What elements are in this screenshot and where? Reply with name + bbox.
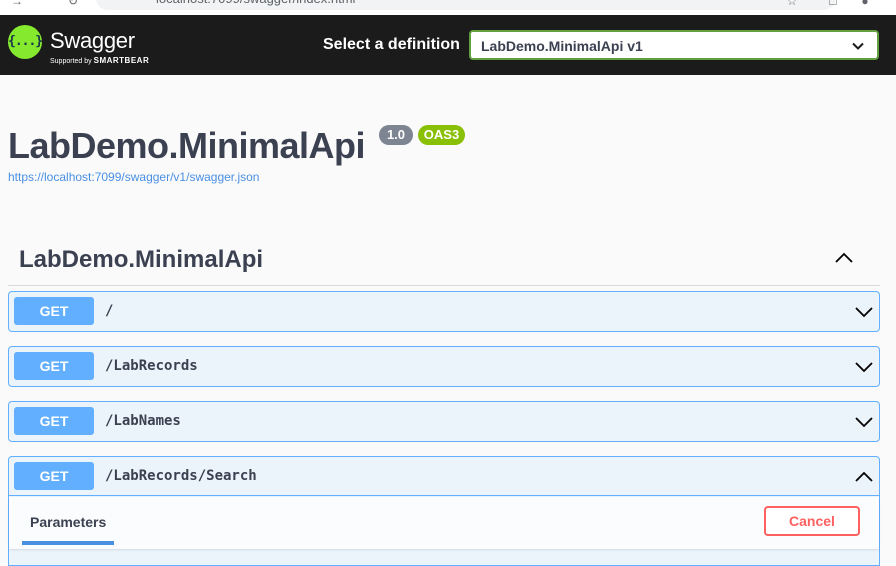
operation-get-labrecords[interactable]: GET /LabRecords <box>8 346 880 387</box>
method-badge: GET <box>14 352 94 380</box>
address-bar[interactable]: localhost:7099/swagger/index.html <box>96 0 836 10</box>
smartbear-text: SMARTBEAR <box>93 56 150 65</box>
extensions-icon[interactable]: □ <box>826 0 840 8</box>
operation-path: /LabRecords/Search <box>105 468 257 484</box>
operation-summary[interactable]: GET /LabRecords/Search <box>9 457 879 496</box>
select-definition-label: Select a definition <box>323 36 460 53</box>
bookmark-star-icon[interactable]: ☆ <box>785 0 799 8</box>
browser-toolbar: → ↻ localhost:7099/swagger/index.html ☆ … <box>0 0 896 15</box>
cancel-button[interactable]: Cancel <box>764 506 860 536</box>
operation-path: / <box>105 303 114 319</box>
chevron-down-icon[interactable] <box>854 359 874 375</box>
operation-path: /LabNames <box>105 413 181 429</box>
swagger-logo-icon[interactable]: {...} <box>8 25 43 59</box>
tab-parameters[interactable]: Parameters <box>30 514 106 530</box>
logo-name[interactable]: Swagger <box>50 28 135 54</box>
operation-path: /LabRecords <box>105 358 198 374</box>
method-badge: GET <box>14 462 94 490</box>
oas-badge: OAS3 <box>418 125 465 145</box>
swagger-topbar: {...} Swagger Supported by SMARTBEAR Sel… <box>0 15 896 75</box>
parameters-header: Parameters Cancel <box>9 497 879 549</box>
logo-supported-by: Supported by SMARTBEAR <box>50 56 149 65</box>
forward-icon[interactable]: → <box>10 0 24 8</box>
operation-get-labnames[interactable]: GET /LabNames <box>8 401 880 442</box>
supported-by-text: Supported by <box>50 58 92 65</box>
definition-select-value: LabDemo.MinimalApi v1 <box>481 38 643 54</box>
version-badge: 1.0 <box>379 125 413 145</box>
profile-icon[interactable]: ● <box>858 0 872 8</box>
operation-get-root[interactable]: GET / <box>8 291 880 332</box>
chevron-up-icon[interactable] <box>834 250 854 266</box>
chevron-up-icon[interactable] <box>854 469 874 485</box>
reload-icon[interactable]: ↻ <box>66 0 80 8</box>
operation-get-labrecords-search: GET /LabRecords/Search Parameters Cancel <box>8 456 880 566</box>
chevron-down-icon[interactable] <box>854 304 874 320</box>
spec-json-link[interactable]: https://localhost:7099/swagger/v1/swagge… <box>8 170 259 184</box>
chevron-down-icon[interactable] <box>854 414 874 430</box>
definition-select[interactable]: LabDemo.MinimalApi v1 <box>469 30 879 60</box>
active-tab-indicator <box>22 541 114 545</box>
tag-divider <box>8 285 880 286</box>
method-badge: GET <box>14 407 94 435</box>
tag-section-title[interactable]: LabDemo.MinimalApi <box>19 246 263 274</box>
method-badge: GET <box>14 297 94 325</box>
chevron-down-icon <box>852 42 864 50</box>
api-title: LabDemo.MinimalApi <box>8 125 366 166</box>
